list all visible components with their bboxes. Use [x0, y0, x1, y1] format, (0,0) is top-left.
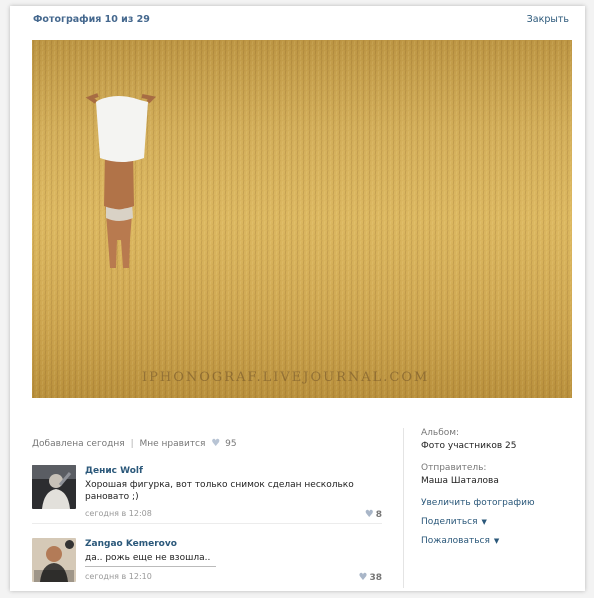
report-label[interactable]: Пожаловаться [421, 536, 490, 546]
heart-icon[interactable]: ♥ [359, 572, 368, 583]
meta-separator: | [130, 439, 134, 449]
share-dropdown[interactable]: Поделиться ▼ [421, 517, 591, 527]
comment-likes[interactable]: ♥ 38 [356, 572, 383, 583]
sender-value[interactable]: Маша Шаталова [421, 476, 591, 486]
heart-icon[interactable]: ♥ [211, 438, 220, 449]
comment-author[interactable]: Денис Wolf [85, 466, 143, 476]
like-button-label[interactable]: Мне нравится [140, 439, 206, 449]
photo-sidebar: Альбом: Фото участников 25 Отправитель: … [403, 428, 591, 588]
sender-label: Отправитель: [421, 463, 487, 473]
photo-counter-title: Фотография 10 из 29 [33, 14, 150, 25]
comment-text: Хорошая фигурка, вот только снимок сдела… [85, 480, 354, 502]
album-value[interactable]: Фото участников 25 [421, 441, 591, 451]
comment-text: да.. рожь еще не взошла.. [85, 553, 211, 563]
comment-text-underline [85, 566, 216, 567]
wheat-field-photo-art [32, 40, 572, 398]
chevron-down-icon: ▼ [481, 518, 487, 526]
comment-item: Денис Wolf Хорошая фигурка, вот только с… [32, 461, 382, 523]
avatar[interactable] [32, 465, 76, 509]
sender-info: Отправитель: Маша Шаталова [421, 463, 591, 486]
album-label: Альбом: [421, 428, 460, 438]
photo-watermark: IPHONOGRAF.LIVEJOURNAL.COM [142, 370, 430, 385]
added-date: Добавлена сегодня [32, 439, 125, 449]
main-photo[interactable]: IPHONOGRAF.LIVEJOURNAL.COM [32, 40, 572, 398]
heart-icon[interactable]: ♥ [365, 509, 374, 520]
photo-meta: Добавлена сегодня | Мне нравится ♥ 95 [32, 438, 237, 449]
share-label[interactable]: Поделиться [421, 517, 478, 527]
viewer-header: Фотография 10 из 29 Закрыть [10, 6, 585, 32]
avatar[interactable] [32, 538, 76, 582]
report-dropdown[interactable]: Пожаловаться ▼ [421, 536, 591, 546]
comment-likes[interactable]: ♥ 8 [362, 509, 382, 520]
chevron-down-icon: ▼ [493, 537, 500, 545]
close-link[interactable]: Закрыть [527, 14, 569, 25]
comment-time[interactable]: сегодня в 12:08 [85, 509, 152, 518]
album-info: Альбом: Фото участников 25 [421, 428, 591, 451]
comment-author[interactable]: Zangao Kemerovo [85, 539, 177, 549]
comment-item: Zangao Kemerovo да.. рожь еще не взошла.… [32, 523, 382, 586]
comment-like-count: 38 [369, 573, 382, 583]
comment-like-count: 8 [375, 510, 382, 520]
like-count: 95 [225, 439, 237, 449]
comment-time[interactable]: сегодня в 12:10 [85, 572, 152, 581]
enlarge-photo-link[interactable]: Увеличить фотографию [421, 498, 591, 508]
comments-list: Денис Wolf Хорошая фигурка, вот только с… [32, 461, 382, 586]
photo-viewer: Фотография 10 из 29 Закрыть IPHONOGRAF.L… [10, 6, 585, 591]
